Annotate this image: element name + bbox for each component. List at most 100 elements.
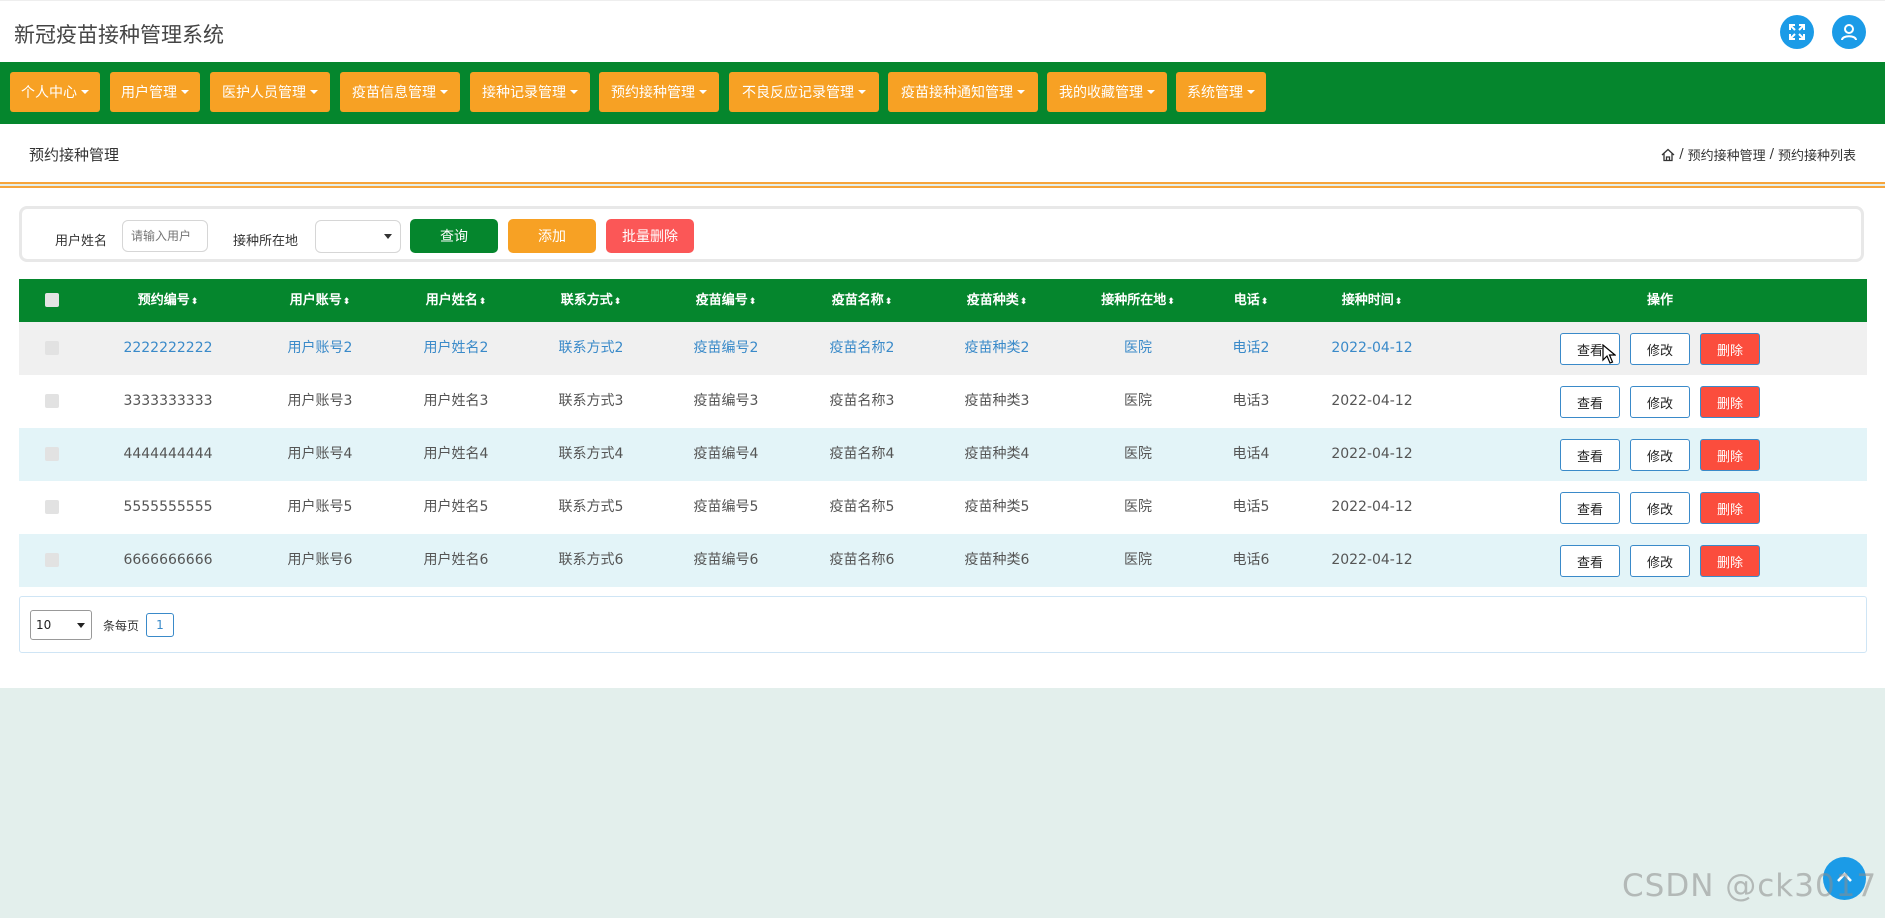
- edit-button[interactable]: 修改: [1630, 545, 1690, 577]
- main-nav: 个人中心 用户管理 医护人员管理 疫苗信息管理 接种记录管理 预约接种管理 不良…: [0, 62, 1885, 124]
- view-button[interactable]: 查看: [1560, 386, 1620, 418]
- sort-icon[interactable]: ⬍: [1261, 297, 1269, 307]
- location-label: 接种所在地: [233, 234, 299, 249]
- location-select[interactable]: [315, 220, 401, 253]
- select-all-checkbox[interactable]: [45, 293, 59, 307]
- cell-time: 2022-04-12: [1331, 340, 1413, 356]
- view-button[interactable]: 查看: [1560, 492, 1620, 524]
- column-header-vaccine-type[interactable]: 疫苗种类⬍: [967, 279, 1028, 322]
- column-header-label: 用户账号: [289, 293, 342, 308]
- column-header-user-name[interactable]: 用户姓名⬍: [426, 279, 487, 322]
- table-row: 6666666666 用户账号6 用户姓名6 联系方式6 疫苗编号6 疫苗名称6…: [19, 534, 1867, 587]
- cell-appointment-id: 4444444444: [123, 446, 213, 462]
- delete-button[interactable]: 删除: [1700, 333, 1760, 365]
- nav-item-system-management[interactable]: 系统管理: [1176, 72, 1266, 112]
- user-button[interactable]: [1832, 15, 1866, 49]
- edit-button[interactable]: 修改: [1630, 386, 1690, 418]
- sort-icon[interactable]: ⬍: [614, 297, 622, 307]
- column-header-label: 疫苗编号: [695, 293, 748, 308]
- cell-vaccine-no: 疫苗编号2: [693, 340, 759, 356]
- row-checkbox[interactable]: [45, 394, 59, 408]
- nav-item-adverse-reaction-management[interactable]: 不良反应记录管理: [729, 72, 879, 112]
- row-checkbox[interactable]: [45, 553, 59, 567]
- column-header-label: 疫苗名称: [831, 293, 884, 308]
- breadcrumb-separator: /: [1679, 147, 1684, 162]
- sort-icon[interactable]: ⬍: [479, 297, 487, 307]
- column-header-label: 用户姓名: [425, 293, 478, 308]
- row-checkbox[interactable]: [45, 341, 59, 355]
- caret-down-icon: [699, 90, 707, 94]
- nav-item-favorites-management[interactable]: 我的收藏管理: [1047, 72, 1167, 112]
- delete-button[interactable]: 删除: [1700, 545, 1760, 577]
- home-icon[interactable]: [1661, 148, 1675, 162]
- column-header-contact[interactable]: 联系方式⬍: [561, 279, 622, 322]
- user-name-label: 用户姓名: [55, 234, 108, 249]
- cell-user-account: 用户账号3: [287, 393, 353, 409]
- column-header-vaccine-name[interactable]: 疫苗名称⬍: [832, 279, 893, 322]
- sort-icon[interactable]: ⬍: [1167, 297, 1175, 307]
- nav-item-label: 疫苗接种通知管理: [901, 85, 1013, 101]
- row-checkbox[interactable]: [45, 500, 59, 514]
- fullscreen-icon: [1789, 24, 1805, 40]
- fullscreen-button[interactable]: [1780, 15, 1814, 49]
- nav-item-personal-center[interactable]: 个人中心: [10, 72, 100, 112]
- cell-vaccine-no: 疫苗编号5: [693, 499, 759, 515]
- sort-icon[interactable]: ⬍: [1395, 297, 1403, 307]
- page-title: 预约接种管理: [29, 146, 120, 164]
- add-button[interactable]: 添加: [508, 219, 596, 253]
- page-size-select[interactable]: 10: [30, 610, 92, 640]
- breadcrumb-bar: 预约接种管理 / 预约接种管理 / 预约接种列表: [0, 124, 1885, 182]
- column-header-vaccine-no[interactable]: 疫苗编号⬍: [696, 279, 757, 322]
- cell-user-name: 用户姓名3: [423, 393, 489, 409]
- cell-contact: 联系方式2: [558, 340, 624, 356]
- delete-button[interactable]: 删除: [1700, 386, 1760, 418]
- nav-item-vaccination-record-management[interactable]: 接种记录管理: [470, 72, 590, 112]
- sort-icon[interactable]: ⬍: [191, 297, 199, 307]
- column-header-user-account[interactable]: 用户账号⬍: [290, 279, 351, 322]
- row-checkbox[interactable]: [45, 447, 59, 461]
- cell-vaccine-name: 疫苗名称2: [829, 340, 895, 356]
- breadcrumb: / 预约接种管理 / 预约接种列表: [1661, 145, 1856, 164]
- view-button[interactable]: 查看: [1560, 545, 1620, 577]
- cell-appointment-id: 5555555555: [123, 499, 213, 515]
- batch-delete-button[interactable]: 批量删除: [606, 219, 694, 253]
- top-bar: 新冠疫苗接种管理系统: [0, 0, 1885, 63]
- sort-icon[interactable]: ⬍: [885, 297, 893, 307]
- cell-user-name: 用户姓名4: [423, 446, 489, 462]
- cell-contact: 联系方式4: [558, 446, 624, 462]
- sort-icon[interactable]: ⬍: [749, 297, 757, 307]
- user-name-search-input[interactable]: [122, 220, 208, 252]
- breadcrumb-level-1[interactable]: 预约接种管理: [1688, 145, 1766, 164]
- nav-item-vaccine-info-management[interactable]: 疫苗信息管理: [340, 72, 460, 112]
- cell-appointment-id: 6666666666: [123, 552, 213, 568]
- nav-item-user-management[interactable]: 用户管理: [110, 72, 200, 112]
- cell-vaccine-type: 疫苗种类6: [964, 552, 1030, 568]
- page-number-button[interactable]: 1: [146, 613, 174, 637]
- table-row: 2222222222 用户账号2 用户姓名2 联系方式2 疫苗编号2 疫苗名称2…: [19, 322, 1867, 375]
- cell-location: 医院: [1124, 340, 1152, 356]
- column-header-appointment-id[interactable]: 预约编号⬍: [138, 279, 199, 322]
- cell-vaccine-name: 疫苗名称4: [829, 446, 895, 462]
- delete-button[interactable]: 删除: [1700, 439, 1760, 471]
- caret-down-icon: [81, 90, 89, 94]
- edit-button[interactable]: 修改: [1630, 492, 1690, 524]
- cell-phone: 电话4: [1232, 446, 1270, 462]
- nav-item-medical-staff-management[interactable]: 医护人员管理: [210, 72, 330, 112]
- sort-icon[interactable]: ⬍: [343, 297, 351, 307]
- cell-user-account: 用户账号6: [287, 552, 353, 568]
- query-button[interactable]: 查询: [410, 219, 498, 253]
- view-button[interactable]: 查看: [1560, 439, 1620, 471]
- edit-button[interactable]: 修改: [1630, 439, 1690, 471]
- cell-vaccine-type: 疫苗种类2: [964, 340, 1030, 356]
- nav-item-vaccination-notice-management[interactable]: 疫苗接种通知管理: [888, 72, 1038, 112]
- cell-phone: 电话3: [1232, 393, 1270, 409]
- nav-item-appointment-management[interactable]: 预约接种管理: [599, 72, 719, 112]
- sort-icon[interactable]: ⬍: [1020, 297, 1028, 307]
- cell-time: 2022-04-12: [1331, 446, 1413, 462]
- column-header-phone[interactable]: 电话⬍: [1234, 279, 1269, 322]
- column-header-location[interactable]: 接种所在地⬍: [1101, 279, 1175, 322]
- edit-button[interactable]: 修改: [1630, 333, 1690, 365]
- cell-user-account: 用户账号4: [287, 446, 353, 462]
- delete-button[interactable]: 删除: [1700, 492, 1760, 524]
- column-header-time[interactable]: 接种时间⬍: [1342, 279, 1403, 322]
